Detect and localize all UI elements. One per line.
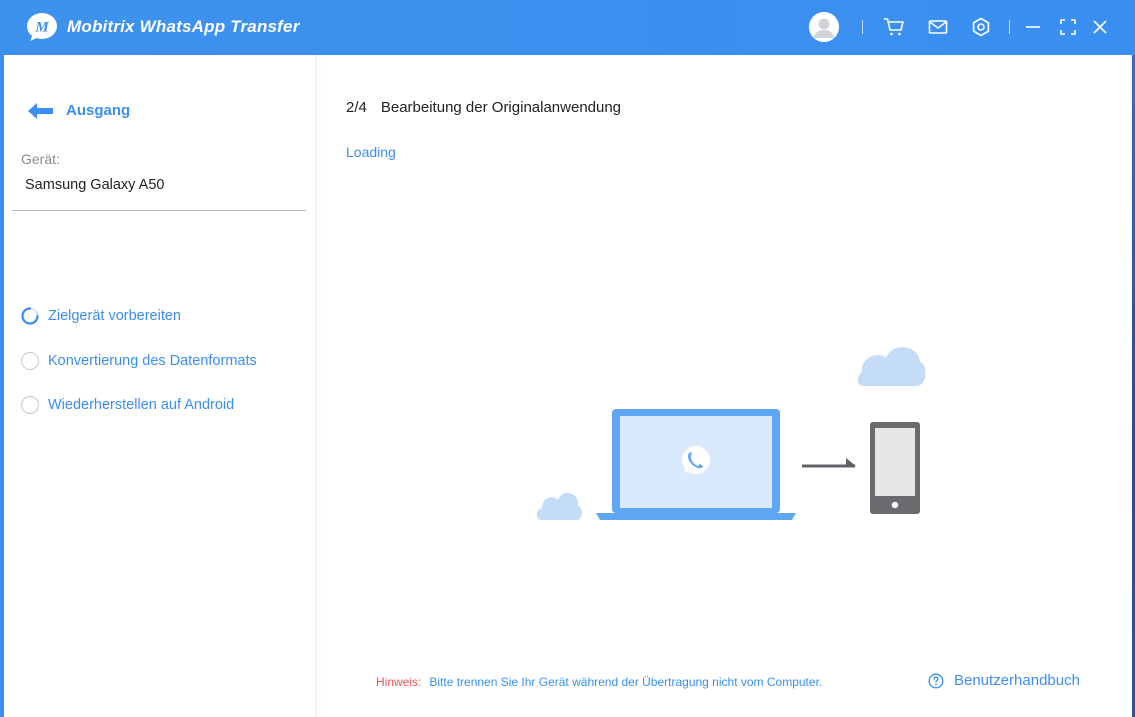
titlebar-separator xyxy=(862,20,863,34)
arrow-right-icon xyxy=(802,458,856,468)
sidebar: Ausgang Gerät: Samsung Galaxy A50 Zielge… xyxy=(4,55,316,717)
phone-icon xyxy=(870,422,920,514)
progress-step-header: 2/4 Bearbeitung der Originalanwendung xyxy=(346,99,621,116)
cloud-icon xyxy=(857,347,926,386)
divider xyxy=(12,210,306,211)
back-label: Ausgang xyxy=(66,102,131,119)
step-item: Konvertierung des Datenformats xyxy=(21,352,257,370)
user-manual-link[interactable]: Benutzerhandbuch xyxy=(928,672,1080,689)
laptop-icon xyxy=(596,409,796,520)
user-manual-label: Benutzerhandbuch xyxy=(954,672,1080,689)
step-item: Zielgerät vorbereiten xyxy=(21,307,181,325)
arrow-left-icon xyxy=(28,102,53,119)
pending-circle-icon xyxy=(21,352,39,370)
step-item: Wiederherstellen auf Android xyxy=(21,396,234,414)
hint-label: Hinweis: xyxy=(376,675,422,689)
step-title: Bearbeitung der Originalanwendung xyxy=(380,99,622,116)
step-label: Konvertierung des Datenformats xyxy=(48,353,257,369)
mail-icon[interactable] xyxy=(925,14,951,40)
back-button[interactable]: Ausgang xyxy=(28,102,130,119)
minimize-icon[interactable] xyxy=(1020,14,1046,40)
app-logo-icon: M xyxy=(27,13,57,41)
step-label: Wiederherstellen auf Android xyxy=(48,397,235,413)
loading-status: Loading xyxy=(346,144,396,160)
svg-text:M: M xyxy=(34,20,49,36)
step-number: 2/4 xyxy=(346,99,367,116)
transfer-illustration xyxy=(536,347,926,520)
titlebar-separator xyxy=(1009,20,1010,34)
pending-circle-icon xyxy=(21,396,39,414)
main-content: 2/4 Bearbeitung der Originalanwendung Loa… xyxy=(316,55,1132,717)
title-bar: M Mobitrix WhatsApp Transfer xyxy=(0,0,1135,55)
app-title: Mobitrix WhatsApp Transfer xyxy=(67,17,300,36)
app-window: M Mobitrix WhatsApp Transfer Ausgang Ger… xyxy=(0,0,1135,717)
device-name: Samsung Galaxy A50 xyxy=(25,177,165,193)
step-label: Zielgerät vorbereiten xyxy=(48,308,181,324)
cart-icon[interactable] xyxy=(881,14,907,40)
user-avatar-icon[interactable] xyxy=(809,12,839,42)
close-icon[interactable] xyxy=(1087,14,1113,40)
loading-spinner-icon xyxy=(21,307,39,325)
hint-note: Hinweis: Bitte trennen Sie Ihr Gerät währ… xyxy=(376,675,822,689)
maximize-icon[interactable] xyxy=(1055,14,1081,40)
help-circle-icon xyxy=(928,673,944,688)
cloud-icon xyxy=(536,492,582,520)
settings-icon[interactable] xyxy=(968,14,994,40)
hint-message: Bitte trennen Sie Ihr Gerät während der … xyxy=(429,675,823,689)
device-label: Gerät: xyxy=(21,151,60,167)
